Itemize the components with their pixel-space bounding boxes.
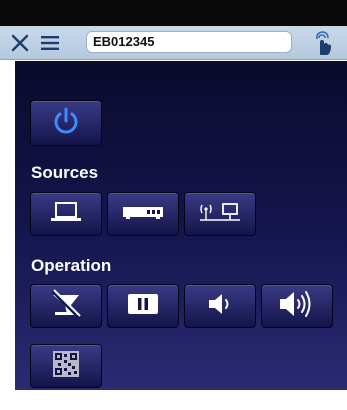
qr-code-button[interactable] xyxy=(30,344,102,388)
bottom-margin xyxy=(0,390,347,410)
video-source-button[interactable] xyxy=(107,192,179,236)
sources-label: Sources xyxy=(31,163,99,182)
volume-down-icon xyxy=(205,291,235,322)
top-status-bar xyxy=(0,0,347,26)
touch-hand-icon[interactable] xyxy=(308,26,338,60)
network-source-button[interactable] xyxy=(184,192,256,236)
close-icon[interactable] xyxy=(6,26,34,60)
laptop-icon xyxy=(49,200,83,229)
power-button[interactable] xyxy=(30,100,102,146)
url-input[interactable]: EB012345 xyxy=(86,31,292,53)
hamburger-menu-icon[interactable] xyxy=(37,26,63,60)
qr-code-icon xyxy=(53,350,79,382)
computer-source-button[interactable] xyxy=(30,192,102,236)
volume-up-button[interactable] xyxy=(261,284,333,328)
video-player-icon xyxy=(121,203,165,226)
operation-label: Operation xyxy=(31,256,112,275)
left-margin xyxy=(0,61,15,390)
pause-icon xyxy=(126,292,160,321)
av-mute-icon xyxy=(49,288,83,325)
freeze-button[interactable] xyxy=(107,284,179,328)
volume-down-button[interactable] xyxy=(184,284,256,328)
volume-up-icon xyxy=(277,289,317,324)
av-mute-button[interactable] xyxy=(30,284,102,328)
network-computer-icon xyxy=(196,200,244,229)
power-icon xyxy=(51,106,81,141)
browser-toolbar: EB012345 xyxy=(0,26,347,60)
